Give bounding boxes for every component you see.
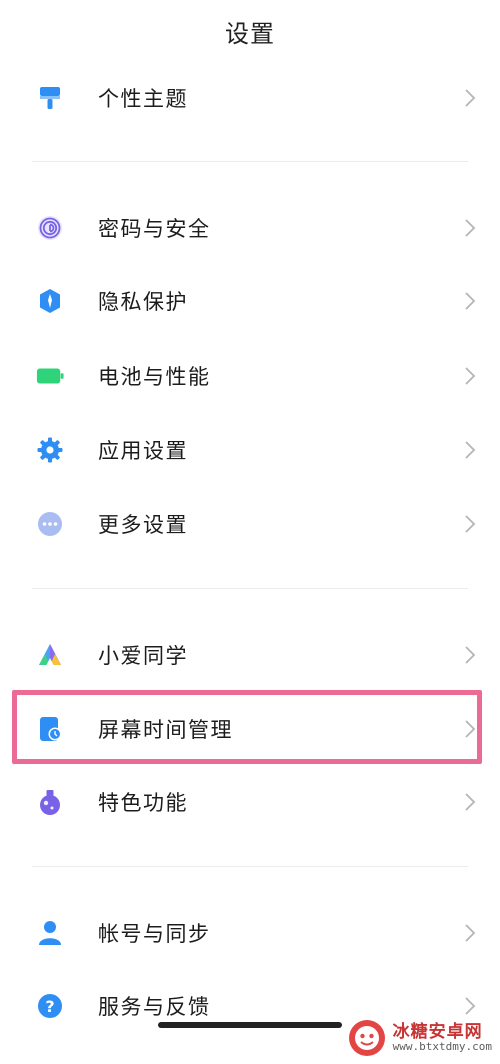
chevron-right-icon bbox=[465, 89, 476, 107]
xiaoai-icon bbox=[36, 641, 64, 669]
fingerprint-icon bbox=[36, 214, 64, 242]
settings-item-battery[interactable]: 电池与性能 bbox=[0, 348, 500, 404]
chevron-right-icon bbox=[465, 441, 476, 459]
watermark-text: 冰糖安卓网 bbox=[392, 1021, 483, 1042]
settings-item-label: 电池与性能 bbox=[98, 365, 211, 389]
settings-item-password-security[interactable]: 密码与安全 bbox=[0, 200, 500, 256]
settings-item-special-features[interactable]: 特色功能 bbox=[0, 774, 500, 830]
chevron-right-icon bbox=[465, 997, 476, 1015]
chevron-right-icon bbox=[465, 292, 476, 310]
chevron-right-icon bbox=[465, 515, 476, 533]
more-dots-icon bbox=[36, 510, 64, 538]
question-icon: ? bbox=[36, 992, 64, 1020]
watermark: 冰糖安卓网 www.btxtdmy.com bbox=[347, 1018, 492, 1058]
page-title: 设置 bbox=[225, 20, 275, 48]
settings-item-label: 小爱同学 bbox=[98, 644, 188, 668]
settings-item-xiaoai[interactable]: 小爱同学 bbox=[0, 627, 500, 683]
section-divider bbox=[32, 866, 468, 867]
flask-icon bbox=[36, 788, 64, 816]
chevron-right-icon bbox=[465, 219, 476, 237]
gear-icon bbox=[36, 436, 64, 464]
highlight-box bbox=[12, 690, 482, 764]
watermark-logo-icon bbox=[348, 1020, 385, 1056]
settings-item-label: 更多设置 bbox=[98, 513, 188, 537]
settings-item-label: 服务与反馈 bbox=[98, 995, 211, 1019]
settings-item-app-settings[interactable]: 应用设置 bbox=[0, 422, 500, 478]
settings-item-label: 帐号与同步 bbox=[98, 922, 211, 946]
section-divider bbox=[32, 588, 468, 589]
settings-item-more-settings[interactable]: 更多设置 bbox=[0, 496, 500, 552]
settings-item-label: 个性主题 bbox=[98, 87, 188, 111]
settings-item-account-sync[interactable]: 帐号与同步 bbox=[0, 905, 500, 961]
settings-item-label: 特色功能 bbox=[98, 791, 188, 815]
chevron-right-icon bbox=[465, 367, 476, 385]
chevron-right-icon bbox=[465, 793, 476, 811]
settings-item-label: 应用设置 bbox=[98, 439, 188, 463]
chevron-right-icon bbox=[465, 924, 476, 942]
paint-brush-icon bbox=[36, 84, 64, 112]
settings-item-label: 隐私保护 bbox=[98, 290, 188, 314]
section-divider bbox=[32, 161, 468, 162]
settings-item-label: 密码与安全 bbox=[98, 217, 211, 241]
settings-item-theme[interactable]: 个性主题 bbox=[0, 70, 500, 126]
person-icon bbox=[36, 919, 64, 947]
settings-item-privacy[interactable]: 隐私保护 bbox=[0, 273, 500, 329]
battery-icon bbox=[36, 362, 64, 390]
svg-text:?: ? bbox=[45, 997, 54, 1016]
privacy-shield-icon bbox=[36, 287, 64, 315]
chevron-right-icon bbox=[465, 646, 476, 664]
watermark-url: www.btxtdmy.com bbox=[392, 1040, 492, 1054]
home-indicator[interactable] bbox=[158, 1022, 342, 1028]
